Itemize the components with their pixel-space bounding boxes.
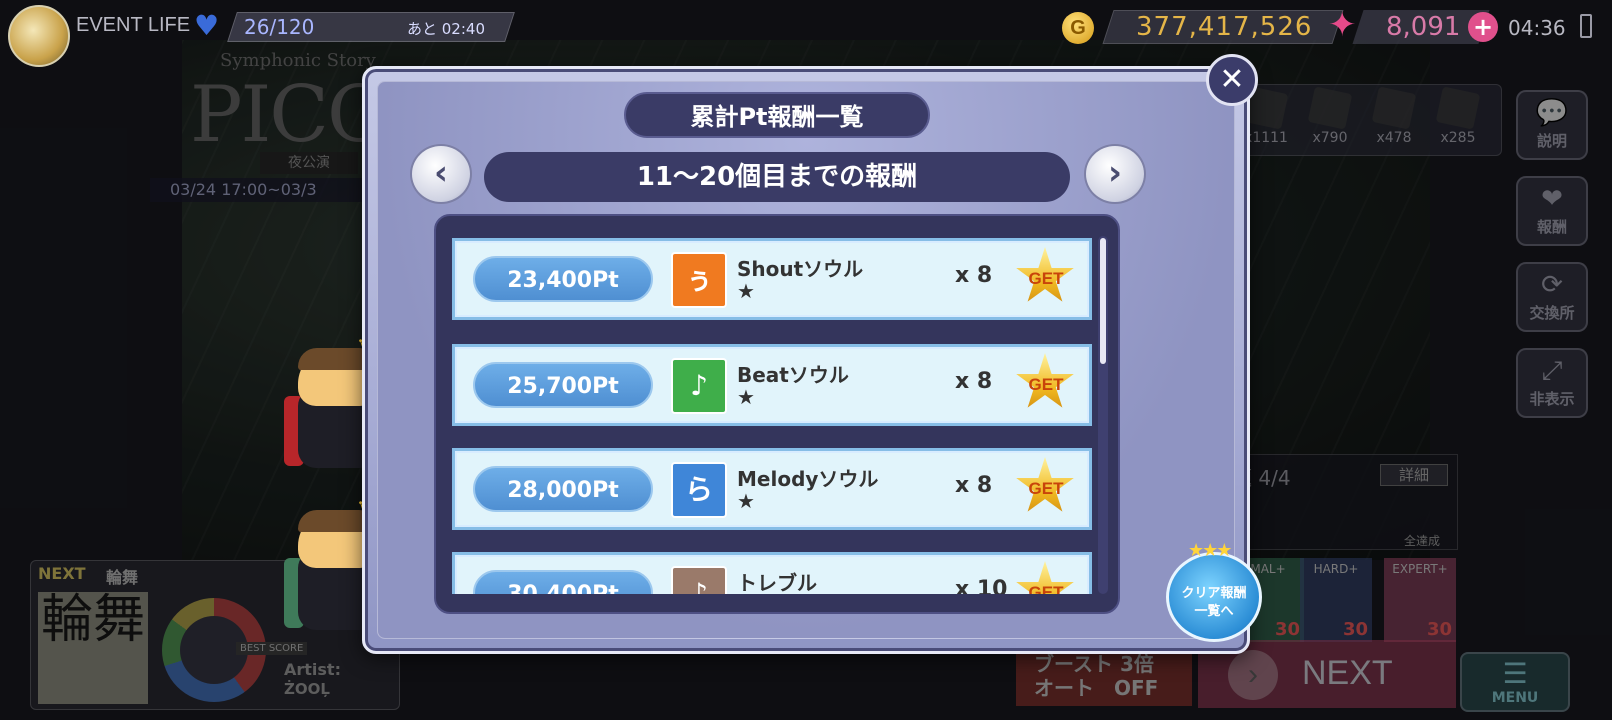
reward-item-name: Shoutソウル (737, 257, 864, 281)
reward-row: 23,400Pt ぅ Shoutソウル ★ x 8 GET (452, 238, 1092, 320)
clear-rewards-label: クリア報酬 (1181, 586, 1247, 601)
modal-title: 累計Pt報酬一覧 (624, 92, 930, 138)
reward-range-label: 11～20個目までの報酬 (484, 152, 1070, 202)
reward-rarity: ★ (737, 489, 755, 513)
reward-list[interactable]: 23,400Pt ぅ Shoutソウル ★ x 8 GET 25,700Pt ♪… (450, 234, 1104, 594)
battery-icon (1580, 14, 1592, 38)
reward-rarity: ★ (737, 279, 755, 303)
reward-item-name: Melodyソウル (737, 467, 879, 491)
reward-quantity: x 8 (955, 263, 993, 288)
life-count: 26/120 (244, 15, 315, 39)
reward-row: 30,400Pt ♪ トレブル ★ x 10 GET (452, 552, 1092, 594)
player-avatar[interactable] (8, 5, 70, 67)
close-icon[interactable]: ✕ (1206, 54, 1258, 106)
reward-row: 28,000Pt ら Melodyソウル ★ x 8 GET (452, 448, 1092, 530)
sparkle-gem-icon: ✦ (1328, 5, 1357, 45)
get-badge: GET (1028, 375, 1064, 394)
treble-item-icon: ♪ (671, 566, 727, 594)
heart-icon: ♥ (194, 9, 220, 42)
prev-page-button[interactable]: ‹ (410, 144, 472, 204)
three-stars-icon: ★★★ (1188, 540, 1232, 561)
points-threshold: 30,400Pt (473, 570, 653, 594)
reward-item-name: トレブル (737, 571, 817, 594)
reward-item-name: Beatソウル (737, 363, 849, 387)
reward-quantity: x 10 (955, 577, 1008, 594)
reward-rarity: ★ (737, 385, 755, 409)
scrollbar-thumb[interactable] (1100, 238, 1106, 364)
event-life-label: EVENT LIFE (76, 14, 191, 36)
reward-rarity: ★ (737, 593, 755, 594)
get-badge: GET (1028, 269, 1064, 288)
melody-soul-icon: ら (671, 462, 727, 518)
points-threshold: 25,700Pt (473, 362, 653, 408)
life-recovery-timer: あと 02:40 (407, 20, 485, 38)
gold-coin-icon: G (1062, 12, 1094, 44)
gem-count: 8,091 (1386, 12, 1461, 42)
reward-row: 25,700Pt ♪ Beatソウル ★ x 8 GET (452, 344, 1092, 426)
get-badge: GET (1028, 479, 1064, 498)
points-threshold: 28,000Pt (473, 466, 653, 512)
clear-rewards-sublabel: 一覧へ (1194, 604, 1234, 619)
get-badge: GET (1028, 583, 1064, 594)
top-status-bar: EVENT LIFE ♥ 26/120 あと 02:40 G 377,417,5… (0, 0, 1612, 67)
clock: 04:36 (1508, 16, 1566, 40)
add-gems-button[interactable]: + (1468, 12, 1498, 42)
beat-soul-icon: ♪ (671, 358, 727, 414)
next-page-button[interactable]: › (1084, 144, 1146, 204)
points-threshold: 23,400Pt (473, 256, 653, 302)
shout-soul-icon: ぅ (671, 252, 727, 308)
coin-count: 377,417,526 (1136, 12, 1313, 42)
reward-quantity: x 8 (955, 369, 993, 394)
clear-rewards-button[interactable]: クリア報酬 一覧へ (1166, 552, 1262, 642)
reward-quantity: x 8 (955, 473, 993, 498)
